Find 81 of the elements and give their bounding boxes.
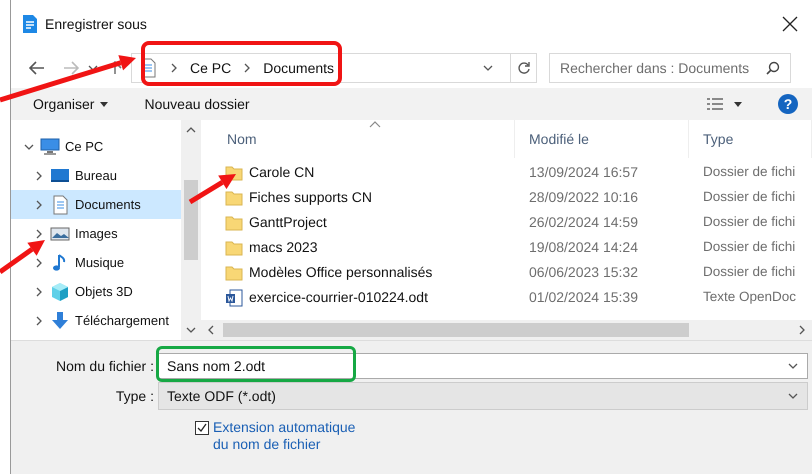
modified-date: 01/02/2024 15:39 [528,288,639,307]
caret-icon [734,102,742,106]
file-type-label: Type : [114,386,155,406]
search-input[interactable]: Rechercher dans : Documents [560,58,766,78]
scrollbar-thumb[interactable] [223,323,689,337]
sidebar-item[interactable]: Documents [11,190,181,219]
vertical-scrollbar[interactable] [181,120,201,340]
folder-icon [225,240,243,256]
modified-date: 28/09/2022 10:16 [528,188,639,207]
sidebar-item[interactable]: Images [11,219,181,248]
file-row[interactable]: Fiches supports CN 28/09/2022 10:16 Dossier de fichi [201,185,812,210]
close-icon [782,16,798,32]
auto-extension-label: Extension automatique du nom de fichier [213,419,356,453]
file-name: macs 2023 [249,238,318,257]
column-header[interactable]: Modifié le [515,120,689,158]
checkbox[interactable] [195,421,209,435]
modified-date: 26/02/2024 14:59 [528,213,639,232]
sidebar-label: Objets 3D [75,282,133,301]
search-field[interactable]: Rechercher dans : Documents [549,53,791,83]
sidebar-label: Musique [75,254,124,272]
file-row[interactable]: GanttProject 26/02/2024 14:59 Dossier de fichi [201,210,812,235]
modified-date: 13/09/2024 16:57 [528,163,639,182]
file-name: Carole CN [249,163,314,182]
file-row[interactable]: exercice-courrier-010224.odt 01/02/2024 15:39 Texte OpenDoc [201,285,812,310]
modified-date: 06/06/2023 15:32 [528,263,639,282]
sidebar-item[interactable]: Téléchargement [11,306,181,335]
organize-button[interactable]: Organiser [33,94,108,114]
new-folder-button[interactable]: Nouveau dossier [144,94,250,114]
file-row[interactable]: macs 2023 19/08/2024 14:24 Dossier de fichi [201,235,812,260]
sidebar-label: Ce PC [65,138,104,156]
help-button[interactable]: ? [778,94,798,114]
caret-icon [100,102,108,106]
file-type: Dossier de fichi [702,188,796,206]
file-name: exercice-courrier-010224.odt [249,288,428,307]
cube-icon [50,282,70,302]
sidebar-label: Documents [75,196,141,214]
word-document-icon [225,288,243,306]
refresh-icon [516,61,530,75]
breadcrumb-item[interactable]: Ce PC [190,58,232,78]
file-name: Modèles Office personnalisés [249,263,432,282]
file-name-input[interactable]: Sans nom 2.odt [167,356,787,376]
folder-icon [225,190,243,206]
computer-icon [40,136,60,156]
address-bar[interactable]: Ce PC Documents [131,53,537,83]
sidebar-label: Images [75,224,118,243]
file-type: Dossier de fichi [702,263,796,282]
folder-icon [225,264,243,280]
breadcrumb-item[interactable]: Documents [263,58,334,78]
sidebar-item[interactable]: Musique [11,248,181,277]
file-type-dropdown[interactable]: Texte ODF (*.odt) [158,382,808,410]
annotation-arrow [188,174,236,204]
forward-arrow-icon [63,61,79,75]
column-header[interactable]: Nom [201,120,515,158]
download-arrow-icon [50,310,70,330]
sidebar-item[interactable]: Ce PC [11,132,181,161]
file-name-field[interactable]: Sans nom 2.odt [158,353,808,379]
view-options-button[interactable] [706,97,742,111]
file-type: Dossier de fichi [702,213,796,232]
file-type: Dossier de fichi [702,163,796,182]
file-name: Fiches supports CN [249,188,372,207]
sidebar-item[interactable]: Objets 3D [11,277,181,306]
file-row[interactable]: Modèles Office personnalisés 06/06/2023 15:32 Dossier de fichi [201,260,812,285]
list-view-icon [706,97,724,111]
sidebar-label: Téléchargement [75,312,169,330]
file-name: GanttProject [249,213,327,232]
window-title: Enregistrer sous [45,14,147,34]
back-arrow-icon [29,61,45,75]
annotation-arrow [0,240,45,274]
search-icon [766,61,780,75]
folder-icon [225,214,243,230]
file-type: Texte OpenDoc [702,288,796,306]
modified-date: 19/08/2024 14:24 [528,238,639,257]
file-type: Dossier de fichi [702,238,796,256]
horizontal-scrollbar[interactable] [201,320,812,340]
file-name-label: Nom du fichier : [54,356,155,376]
sort-ascending-icon [369,120,381,128]
document-app-icon [23,15,37,33]
sidebar-item[interactable]: Bureau [11,161,181,190]
column-header[interactable]: Type [689,120,812,158]
sidebar-label: Bureau [75,166,117,185]
scrollbar-thumb[interactable] [184,180,198,260]
